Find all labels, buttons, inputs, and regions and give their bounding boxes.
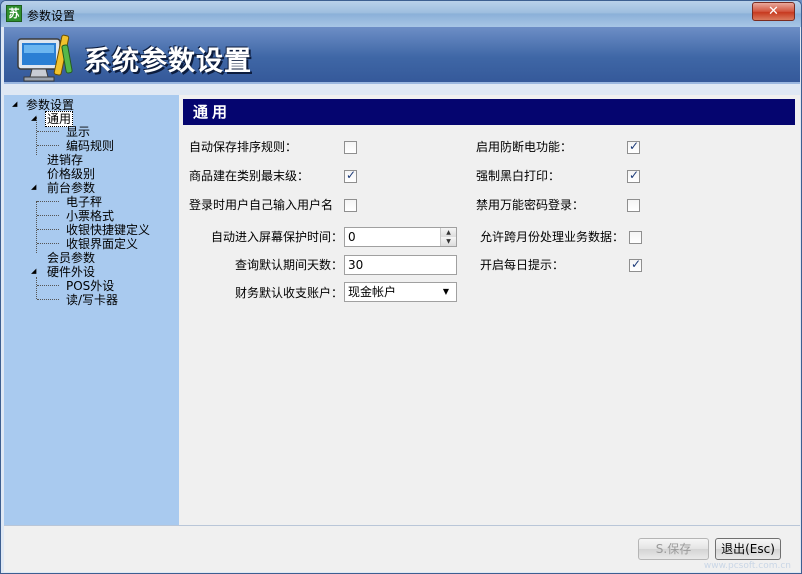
daily-tips-checkbox[interactable] [629, 257, 642, 272]
tree-connector [37, 229, 59, 230]
spinner-buttons[interactable]: ▲ ▼ [440, 228, 456, 246]
computer-settings-icon [17, 34, 73, 82]
power-off-protection-label: 启用防断电功能： [476, 140, 573, 154]
tree-item-cashier-ui[interactable]: 收银界面定义 [66, 237, 138, 251]
daily-tips-label: 开启每日提示： [480, 258, 565, 272]
disable-master-password-checkbox[interactable] [627, 199, 640, 212]
tree-item-hardware[interactable]: 硬件外设 [47, 265, 95, 279]
tree-connector [37, 201, 59, 202]
spin-up-icon[interactable]: ▲ [441, 228, 456, 237]
save-button[interactable]: S.保存 [638, 538, 709, 560]
cross-month-label: 允许跨月份处理业务数据： [480, 230, 625, 244]
tree-connector [37, 215, 59, 216]
screensaver-time-label: 自动进入屏幕保护时间： [211, 230, 344, 244]
query-default-days-label: 查询默认期间天数： [235, 258, 344, 272]
auto-save-sort-checkbox[interactable] [344, 141, 357, 154]
tree-connector [37, 299, 59, 300]
tree-connector [36, 201, 37, 253]
app-icon: 苏 [6, 5, 22, 22]
login-enter-username-label: 登录时用户自己输入用户名 [189, 198, 334, 212]
tree-connector [36, 277, 37, 299]
watermark: www.pcsoft.com.cn [703, 561, 791, 571]
tree-item-general[interactable]: 通用 [45, 111, 74, 127]
goods-lowest-category-checkbox[interactable] [344, 168, 357, 183]
finance-account-label: 财务默认收支账户： [235, 286, 344, 300]
finance-account-dropdown[interactable]: 现金帐户 ▼ [344, 282, 457, 302]
tree-item-card-reader[interactable]: 读/写卡器 [66, 293, 118, 307]
settings-window: 苏 参数设置 ✕ 系统参数设置 ◢ 参数设置 ◢ 通用 显示 编码规则 进销存 … [0, 0, 802, 574]
title-bar[interactable]: 苏 参数设置 ✕ [1, 1, 801, 27]
tree-item-cashier-shortcuts[interactable]: 收银快捷键定义 [66, 223, 150, 237]
tree-item-root[interactable]: 参数设置 [26, 98, 74, 112]
close-button[interactable]: ✕ [752, 2, 795, 21]
disable-master-password-label: 禁用万能密码登录： [476, 198, 585, 212]
header-banner: 系统参数设置 [4, 27, 800, 84]
collapse-icon[interactable]: ◢ [31, 114, 40, 123]
tree-item-member[interactable]: 会员参数 [47, 251, 95, 265]
tree-item-display[interactable]: 显示 [66, 125, 90, 139]
login-enter-username-checkbox[interactable] [344, 199, 357, 212]
collapse-icon[interactable]: ◢ [31, 183, 40, 192]
settings-panel: 通用 自动保存排序规则： 启用防断电功能： 商品建在类别最末级： 强制黑白打印：… [179, 95, 800, 525]
collapse-icon[interactable]: ◢ [31, 267, 40, 276]
force-bw-print-label: 强制黑白打印： [476, 169, 561, 183]
screensaver-time-value: 0 [348, 230, 356, 244]
auto-save-sort-label: 自动保存排序规则： [189, 140, 298, 154]
finance-account-value: 现金帐户 [348, 285, 397, 299]
cross-month-checkbox[interactable] [629, 231, 642, 244]
force-bw-print-checkbox[interactable] [627, 168, 640, 183]
chevron-down-icon[interactable]: ▼ [438, 285, 454, 299]
window-title: 参数设置 [27, 9, 76, 23]
tree-connector [37, 285, 59, 286]
tree-item-electronic-scale[interactable]: 电子秤 [66, 195, 102, 209]
collapse-icon[interactable]: ◢ [12, 100, 21, 109]
tree-connector [37, 145, 59, 146]
settings-tree[interactable]: ◢ 参数设置 ◢ 通用 显示 编码规则 进销存 价格级别 ◢ 前台参数 电子秤 … [4, 95, 179, 525]
spin-down-icon[interactable]: ▼ [441, 237, 456, 246]
banner-title: 系统参数设置 [84, 46, 252, 77]
screensaver-time-spinner[interactable]: 0 ▲ ▼ [344, 227, 457, 247]
tree-item-purchase-sales-stock[interactable]: 进销存 [47, 153, 83, 167]
exit-button[interactable]: 退出(Esc) [715, 538, 781, 560]
tree-item-price-levels[interactable]: 价格级别 [47, 167, 95, 181]
tree-connector [37, 131, 59, 132]
tree-connector [37, 243, 59, 244]
tree-item-front-desk[interactable]: 前台参数 [47, 181, 95, 195]
query-default-days-input[interactable]: 30 [344, 255, 457, 275]
section-title: 通用 [183, 99, 795, 125]
tree-item-receipt-format[interactable]: 小票格式 [66, 209, 114, 223]
power-off-protection-checkbox[interactable] [627, 139, 640, 154]
tree-item-pos-peripherals[interactable]: POS外设 [66, 279, 114, 293]
goods-lowest-category-label: 商品建在类别最末级： [189, 169, 310, 183]
footer-bar: S.保存 退出(Esc) [4, 525, 800, 572]
tree-item-code-rules[interactable]: 编码规则 [66, 139, 114, 153]
